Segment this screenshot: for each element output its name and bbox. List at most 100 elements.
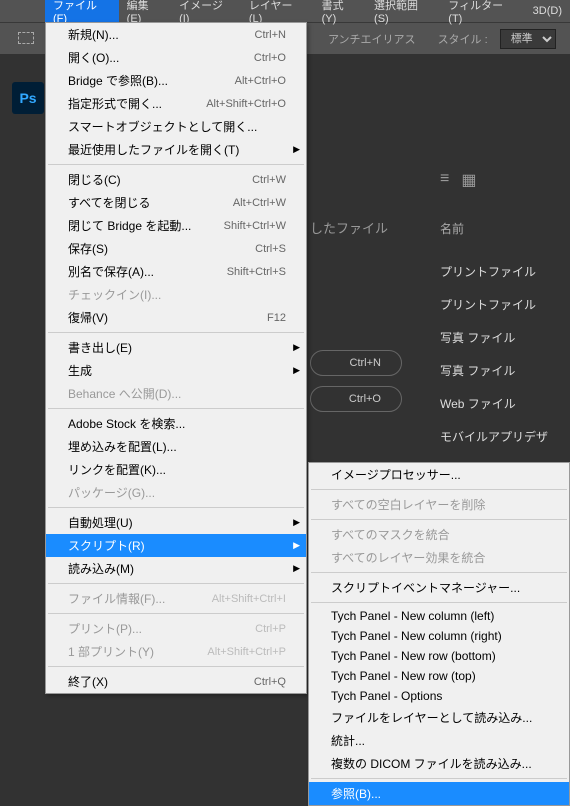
menu-item-shortcut: Alt+Ctrl+W xyxy=(233,197,286,209)
menu-separator xyxy=(48,408,304,409)
menu-item-label: イメージプロセッサー... xyxy=(331,466,461,483)
menu-item-label: Tych Panel - Options xyxy=(331,689,442,703)
menu-item-label: 復帰(V) xyxy=(68,309,108,326)
script-menu-item[interactable]: 複数の DICOM ファイルを読み込み... xyxy=(309,752,569,775)
file-menu-item[interactable]: 閉じる(C)Ctrl+W xyxy=(46,168,306,191)
menu-item-label: 新規(N)... xyxy=(68,26,119,43)
script-menu-item: すべての空白レイヤーを削除 xyxy=(309,493,569,516)
script-menu-item[interactable]: ファイルをレイヤーとして読み込み... xyxy=(309,706,569,729)
menu-item-shortcut: Alt+Shift+Ctrl+P xyxy=(207,646,286,658)
preset-list-item[interactable]: Web ファイル xyxy=(420,387,570,420)
script-menu-item[interactable]: Tych Panel - New row (top) xyxy=(309,666,569,686)
menu-separator xyxy=(48,666,304,667)
open-doc-button[interactable]: Ctrl+O xyxy=(310,386,402,412)
preset-list-item[interactable]: プリントファイル xyxy=(420,288,570,321)
submenu-arrow-icon: ▶ xyxy=(293,342,300,353)
menu-item-label: すべての空白レイヤーを削除 xyxy=(331,496,485,513)
file-menu-item[interactable]: Bridge で参照(B)...Alt+Ctrl+O xyxy=(46,69,306,92)
submenu-arrow-icon: ▶ xyxy=(293,540,300,551)
menu-separator xyxy=(48,332,304,333)
recent-files-label: したファイル xyxy=(310,218,388,237)
file-menu-item[interactable]: 生成▶ xyxy=(46,359,306,382)
menu-item-label: チェックイン(I)... xyxy=(68,286,161,303)
script-menu-item[interactable]: スクリプトイベントマネージャー... xyxy=(309,576,569,599)
script-menu-item[interactable]: Tych Panel - Options xyxy=(309,686,569,706)
menu-item-shortcut: Ctrl+W xyxy=(252,174,286,186)
file-menu-item[interactable]: リンクを配置(K)... xyxy=(46,458,306,481)
menu-item-label: スマートオブジェクトとして開く... xyxy=(68,118,257,135)
menu-item-label: Behance へ公開(D)... xyxy=(68,385,181,402)
preset-list-item[interactable]: プリントファイル xyxy=(420,255,570,288)
file-menu-item: ファイル情報(F)... Alt+Shift+Ctrl+I xyxy=(46,587,306,610)
file-menu-item[interactable]: 読み込み(M)▶ xyxy=(46,557,306,580)
file-menu-item[interactable]: 指定形式で開く...Alt+Shift+Ctrl+O xyxy=(46,92,306,115)
menu-select[interactable]: 選択範囲(S) xyxy=(366,0,440,28)
submenu-arrow-icon: ▶ xyxy=(293,365,300,376)
menu-item-label: 読み込み(M) xyxy=(68,560,134,577)
file-menu-item[interactable]: 最近使用したファイルを開く(T)▶ xyxy=(46,138,306,161)
menu-item-label: 複数の DICOM ファイルを読み込み... xyxy=(331,755,532,772)
grid-view-icon[interactable]: ▦ xyxy=(461,170,476,190)
script-menu-item[interactable]: Tych Panel - New column (right) xyxy=(309,626,569,646)
menu-item-label: 参照(B)... xyxy=(331,785,381,802)
menu-type[interactable]: 書式(Y) xyxy=(314,0,366,28)
submenu-arrow-icon: ▶ xyxy=(293,144,300,155)
menu-item-label: すべてのレイヤー効果を統合 xyxy=(331,549,485,566)
menu-item-shortcut: Ctrl+N xyxy=(255,29,286,41)
file-menu-item[interactable]: 自動処理(U)▶ xyxy=(46,511,306,534)
script-menu-item[interactable]: Tych Panel - New column (left) xyxy=(309,606,569,626)
menu-item-label: 開く(O)... xyxy=(68,49,119,66)
script-menu-item: すべてのレイヤー効果を統合 xyxy=(309,546,569,569)
menu-separator xyxy=(48,507,304,508)
menu-item-label: Tych Panel - New column (left) xyxy=(331,609,494,623)
file-menu-item: プリント(P)...Ctrl+P xyxy=(46,617,306,640)
menu-item-shortcut: Alt+Ctrl+O xyxy=(235,75,286,87)
file-menu-item[interactable]: 復帰(V) F12 xyxy=(46,306,306,329)
file-menu-item[interactable]: 閉じて Bridge を起動... Shift+Ctrl+W xyxy=(46,214,306,237)
menu-item-label: ファイル情報(F)... xyxy=(68,590,165,607)
preset-list-item[interactable]: 写真 ファイル xyxy=(420,354,570,387)
script-menu-item[interactable]: Tych Panel - New row (bottom) xyxy=(309,646,569,666)
menu-item-label: 統計... xyxy=(331,732,365,749)
file-menu-item[interactable]: Adobe Stock を検索... xyxy=(46,412,306,435)
menu-item-label: 閉じて Bridge を起動... xyxy=(68,217,191,234)
menu-separator xyxy=(311,519,567,520)
file-menu-item[interactable]: 保存(S)Ctrl+S xyxy=(46,237,306,260)
menu-item-shortcut: Alt+Shift+Ctrl+I xyxy=(212,593,286,605)
column-header-name[interactable]: 名前 xyxy=(420,220,570,237)
menu-item-label: 1 部プリント(Y) xyxy=(68,643,154,660)
script-menu-item[interactable]: 統計... xyxy=(309,729,569,752)
menu-item-label: 保存(S) xyxy=(68,240,108,257)
file-menu-item[interactable]: スマートオブジェクトとして開く... xyxy=(46,115,306,138)
file-menu-item[interactable]: 埋め込みを配置(L)... xyxy=(46,435,306,458)
preset-list-item[interactable]: モバイルアプリデザ xyxy=(420,420,570,453)
style-select[interactable]: 標準 xyxy=(500,29,556,49)
list-view-icon[interactable]: ≡ xyxy=(440,170,449,190)
menu-item-label: 自動処理(U) xyxy=(68,514,133,531)
preset-list-item[interactable]: 写真 ファイル xyxy=(420,321,570,354)
script-menu-item[interactable]: イメージプロセッサー... xyxy=(309,463,569,486)
antialias-label: アンチエイリアス xyxy=(328,31,416,47)
file-menu-item[interactable]: 書き出し(E)▶ xyxy=(46,336,306,359)
file-menu-dropdown: 新規(N)... Ctrl+N 開く(O)...Ctrl+OBridge で参照(B… xyxy=(45,22,307,694)
menu-item-label: Adobe Stock を検索... xyxy=(68,415,185,432)
menu-item-shortcut: Ctrl+Q xyxy=(254,676,286,688)
file-menu-item: パッケージ(G)... xyxy=(46,481,306,504)
menu-filter[interactable]: フィルター(T) xyxy=(440,0,524,28)
menu-item-shortcut: F12 xyxy=(267,312,286,324)
file-menu-item[interactable]: 新規(N)... Ctrl+N xyxy=(46,23,306,46)
menu-item-label: すべてのマスクを統合 xyxy=(331,526,450,543)
menu-separator xyxy=(311,602,567,603)
file-menu-item[interactable]: 開く(O)...Ctrl+O xyxy=(46,46,306,69)
menu-item-shortcut: Alt+Shift+Ctrl+O xyxy=(206,98,286,110)
file-menu-item[interactable]: 別名で保存(A)...Shift+Ctrl+S xyxy=(46,260,306,283)
menu-item-label: プリント(P)... xyxy=(68,620,142,637)
file-menu-item[interactable]: 終了(X)Ctrl+Q xyxy=(46,670,306,693)
script-menu-item: すべてのマスクを統合 xyxy=(309,523,569,546)
new-doc-button[interactable]: Ctrl+N xyxy=(310,350,402,376)
script-menu-item[interactable]: 参照(B)... xyxy=(309,782,569,805)
menu-3d[interactable]: 3D(D) xyxy=(525,2,570,20)
menu-item-shortcut: Shift+Ctrl+W xyxy=(224,220,286,232)
file-menu-item[interactable]: すべてを閉じるAlt+Ctrl+W xyxy=(46,191,306,214)
file-menu-item[interactable]: スクリプト(R)▶ xyxy=(46,534,306,557)
